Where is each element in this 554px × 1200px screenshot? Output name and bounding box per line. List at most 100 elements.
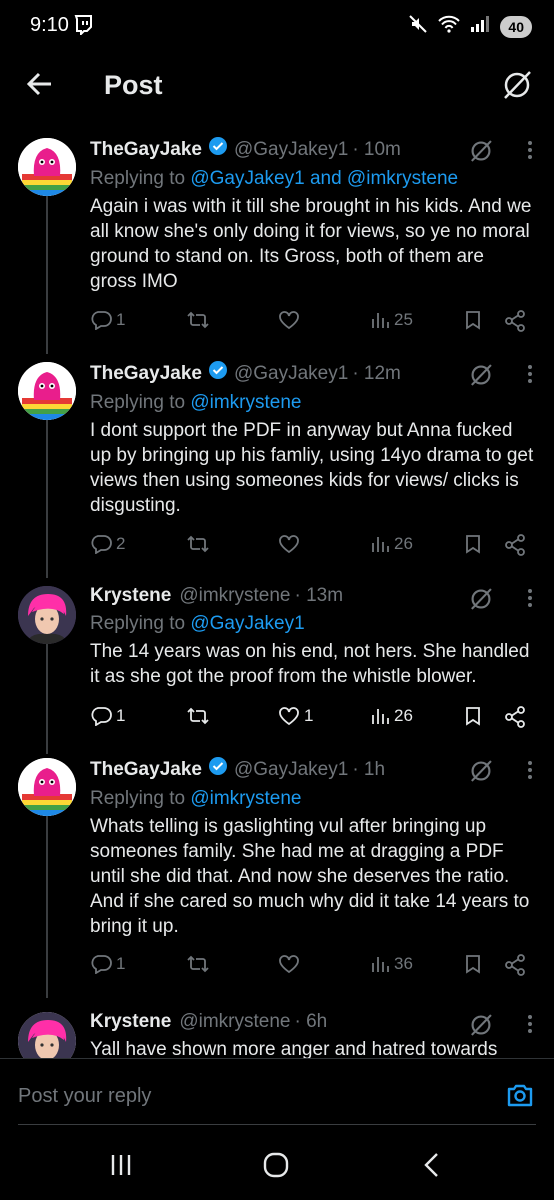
twitch-notification-icon — [74, 15, 92, 40]
camera-icon[interactable] — [506, 1081, 534, 1114]
replying-to-link[interactable]: @imkrystene — [190, 392, 301, 413]
repost-button[interactable] — [186, 706, 210, 726]
post-time: · 12m — [352, 362, 401, 384]
recents-icon[interactable] — [108, 1152, 134, 1183]
avatar[interactable] — [18, 586, 76, 644]
status-time: 9:10 — [30, 14, 69, 36]
author-name[interactable]: TheGayJake — [90, 138, 202, 162]
back-nav-icon[interactable] — [420, 1152, 444, 1183]
grok-icon[interactable] — [468, 362, 494, 393]
verified-badge-icon — [208, 756, 228, 783]
post-time: · 13m — [294, 585, 344, 606]
tweet-text: Whats telling is gaslighting vul after b… — [90, 816, 530, 937]
author-handle[interactable]: @GayJakey1 — [234, 138, 348, 162]
author-name[interactable]: Krystene — [90, 584, 171, 608]
author-name[interactable]: TheGayJake — [90, 758, 202, 782]
like-button[interactable] — [278, 534, 304, 554]
reply-button[interactable]: 1 — [90, 954, 125, 974]
share-button[interactable] — [504, 534, 526, 556]
wifi-icon — [438, 15, 461, 38]
system-nav-bar — [0, 1134, 554, 1200]
reply-input[interactable]: Post your reply — [18, 1085, 151, 1108]
grok-icon[interactable] — [468, 1012, 494, 1043]
replying-to-link[interactable]: @GayJakey1 and @imkrystene — [190, 168, 458, 189]
more-icon[interactable] — [526, 586, 534, 615]
repost-button[interactable] — [186, 310, 210, 330]
tweet[interactable]: TheGayJake @GayJakey1 · 1h Replying to @… — [0, 748, 554, 998]
share-button[interactable] — [504, 954, 526, 976]
reply-composer: Post your reply — [0, 1058, 554, 1135]
app-header: Post — [0, 52, 554, 120]
author-handle[interactable]: @GayJakey1 — [234, 362, 348, 386]
action-bar: 1 36 — [90, 954, 530, 980]
share-button[interactable] — [504, 706, 526, 728]
home-icon[interactable] — [262, 1152, 290, 1183]
views-button[interactable]: 26 — [370, 706, 413, 726]
author-name[interactable]: Krystene — [90, 1010, 171, 1034]
thread-connector — [46, 814, 48, 998]
bookmark-button[interactable] — [464, 706, 482, 726]
back-arrow-icon[interactable] — [26, 70, 54, 103]
grok-icon[interactable] — [468, 586, 494, 617]
views-button[interactable]: 36 — [370, 954, 413, 974]
author-name[interactable]: TheGayJake — [90, 362, 202, 386]
views-button[interactable]: 26 — [370, 534, 413, 554]
signal-icon — [470, 15, 490, 38]
reply-thread: TheGayJake @GayJakey1 · 10m Replying to … — [0, 128, 554, 1058]
more-icon[interactable] — [526, 758, 534, 787]
reply-button[interactable]: 2 — [90, 534, 125, 554]
reply-button[interactable]: 1 — [90, 310, 125, 330]
replying-to: Replying to @GayJakey1 and @imkrystene — [90, 168, 459, 189]
post-time: · 6h — [294, 1011, 328, 1032]
thread-connector — [46, 642, 48, 754]
tweet-text: Again i was with it till she brought in … — [90, 196, 532, 292]
thread-connector — [46, 194, 48, 354]
avatar[interactable] — [18, 1012, 76, 1058]
more-icon[interactable] — [526, 138, 534, 167]
author-handle[interactable]: @GayJakey1 — [234, 758, 348, 782]
grok-icon[interactable] — [500, 68, 534, 107]
replying-to: Replying to @imkrystene — [90, 392, 302, 413]
action-bar: 1 1 26 — [90, 706, 530, 732]
like-button[interactable] — [278, 954, 304, 974]
more-icon[interactable] — [526, 362, 534, 391]
thread-connector — [46, 418, 48, 578]
bookmark-button[interactable] — [464, 310, 482, 330]
repost-button[interactable] — [186, 954, 210, 974]
views-button[interactable]: 25 — [370, 310, 413, 330]
action-bar: 1 25 — [90, 310, 530, 336]
mute-icon — [408, 14, 428, 39]
tweet[interactable]: Krystene @imkrystene · 6h Yall have show… — [0, 1002, 554, 1058]
battery-indicator: 40 — [500, 15, 532, 38]
action-bar: 2 26 — [90, 534, 530, 560]
like-button[interactable]: 1 — [278, 706, 313, 726]
tweet-text: The 14 years was on his end, not hers. S… — [90, 641, 530, 687]
post-time: · 1h — [352, 758, 386, 780]
bookmark-button[interactable] — [464, 954, 482, 974]
verified-badge-icon — [208, 136, 228, 163]
avatar[interactable] — [18, 138, 76, 196]
author-handle[interactable]: @imkrystene — [179, 584, 290, 608]
divider — [18, 1124, 536, 1125]
share-button[interactable] — [504, 310, 526, 332]
repost-button[interactable] — [186, 534, 210, 554]
replying-to-link[interactable]: @GayJakey1 — [190, 613, 304, 634]
more-icon[interactable] — [526, 1012, 534, 1041]
replying-to: Replying to @imkrystene — [90, 788, 302, 809]
avatar[interactable] — [18, 758, 76, 816]
replying-to-link[interactable]: @imkrystene — [190, 788, 301, 809]
reply-button[interactable]: 1 — [90, 706, 125, 726]
status-bar: 9:10 40 — [0, 0, 554, 52]
like-button[interactable] — [278, 310, 304, 330]
author-handle[interactable]: @imkrystene — [179, 1010, 290, 1034]
tweet-text: I dont support the PDF in anyway but Ann… — [90, 420, 534, 516]
bookmark-button[interactable] — [464, 534, 482, 554]
grok-icon[interactable] — [468, 758, 494, 789]
grok-icon[interactable] — [468, 138, 494, 169]
tweet[interactable]: TheGayJake @GayJakey1 · 12m Replying to … — [0, 352, 554, 578]
tweet[interactable]: TheGayJake @GayJakey1 · 10m Replying to … — [0, 128, 554, 354]
tweet[interactable]: Krystene @imkrystene · 13m Replying to @… — [0, 576, 554, 754]
verified-badge-icon — [208, 360, 228, 387]
post-time: · 10m — [352, 138, 401, 160]
avatar[interactable] — [18, 362, 76, 420]
